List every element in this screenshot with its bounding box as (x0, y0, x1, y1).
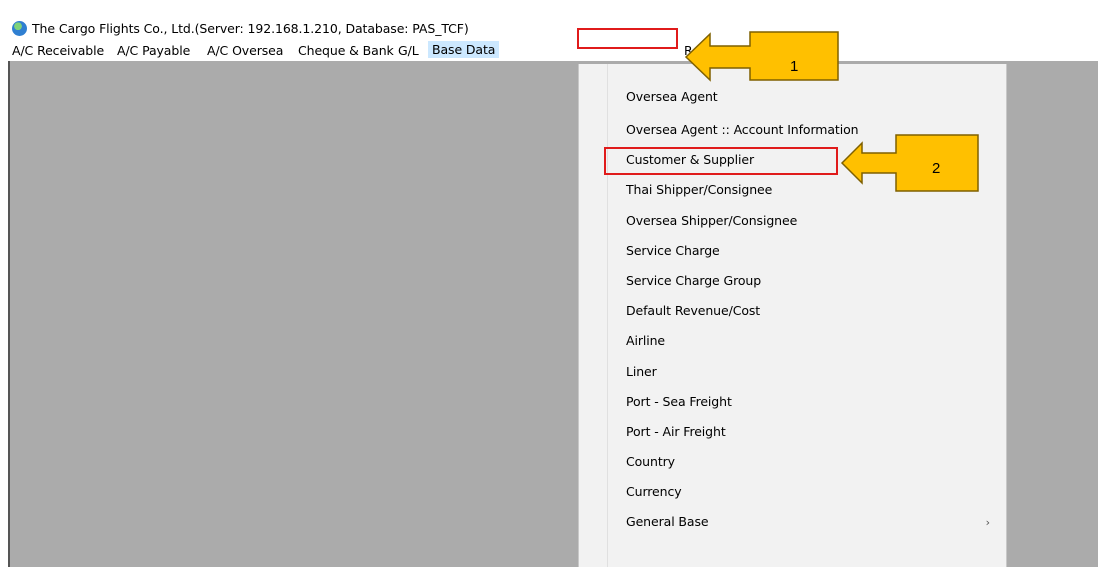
callout-1-shape (684, 31, 839, 82)
callout-1-arrow: 1 (684, 30, 842, 82)
base-data-highlight-box (577, 28, 678, 49)
dropdown-item-port-sea-freight[interactable]: Port - Sea Freight (626, 390, 732, 414)
menu-cheque-bank[interactable]: Cheque & Bank (298, 43, 394, 58)
menu-gl[interactable]: G/L (398, 43, 419, 58)
customer-supplier-highlight-box (604, 147, 838, 175)
globe-icon (12, 21, 27, 36)
menu-base-data[interactable]: Base Data (428, 41, 500, 58)
chevron-right-icon: › (985, 516, 990, 529)
dropdown-item-country[interactable]: Country (626, 450, 675, 474)
callout-1-number: 1 (790, 58, 799, 75)
dropdown-item-default-revenue-cost[interactable]: Default Revenue/Cost (626, 299, 760, 323)
menu-ac-oversea[interactable]: A/C Oversea (207, 43, 283, 58)
dropdown-item-airline[interactable]: Airline (626, 329, 665, 353)
dropdown-item-oversea-agent-account-info[interactable]: Oversea Agent :: Account Information (626, 118, 859, 142)
dropdown-item-service-charge-group[interactable]: Service Charge Group (626, 269, 761, 293)
dropdown-item-oversea-shipper-consignee[interactable]: Oversea Shipper/Consignee (626, 209, 797, 233)
callout-2-shape (840, 134, 979, 192)
menu-ac-receivable[interactable]: A/C Receivable (12, 43, 104, 58)
dropdown-item-thai-shipper-consignee[interactable]: Thai Shipper/Consignee (626, 178, 772, 202)
menu-ac-payable[interactable]: A/C Payable (117, 43, 190, 58)
window-title: The Cargo Flights Co., Ltd.(Server: 192.… (32, 21, 469, 36)
dropdown-item-port-air-freight[interactable]: Port - Air Freight (626, 420, 726, 444)
dropdown-item-general-base[interactable]: General Base (626, 510, 709, 534)
dropdown-item-oversea-agent[interactable]: Oversea Agent (626, 85, 718, 109)
menu-bar: A/C Receivable A/C Payable A/C Oversea C… (8, 40, 1098, 61)
dropdown-item-service-charge[interactable]: Service Charge (626, 239, 720, 263)
dropdown-item-liner[interactable]: Liner (626, 360, 657, 384)
callout-2-number: 2 (932, 160, 941, 177)
title-bar: The Cargo Flights Co., Ltd.(Server: 192.… (8, 18, 1098, 40)
callout-2-arrow: 2 (840, 133, 982, 193)
dropdown-icon-gutter (579, 64, 608, 567)
dropdown-item-currency[interactable]: Currency (626, 480, 682, 504)
